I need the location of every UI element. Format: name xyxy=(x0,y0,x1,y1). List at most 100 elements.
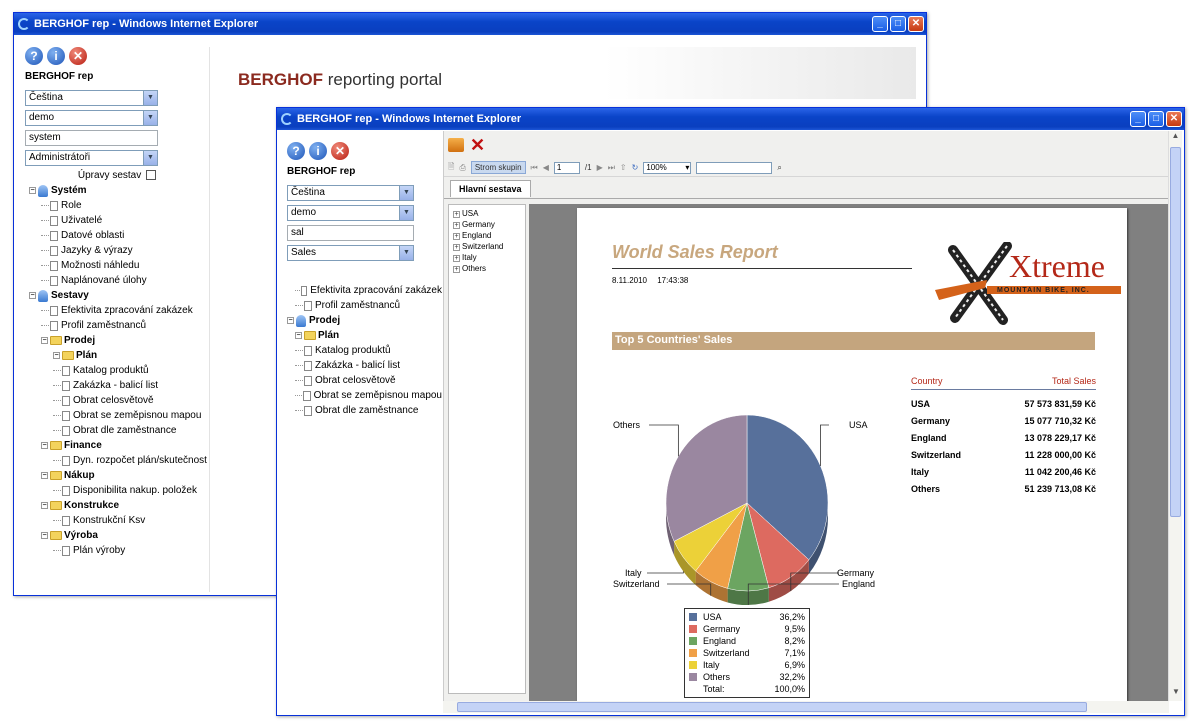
group-tree-item[interactable]: + USA xyxy=(453,208,521,219)
report-title: World Sales Report xyxy=(612,242,778,262)
tree-item[interactable]: − Plán xyxy=(29,348,209,363)
up-level-icon[interactable]: ⇧ xyxy=(620,163,627,172)
tree-item[interactable]: Katalog produktů xyxy=(287,343,442,358)
logout-icon[interactable]: ✕ xyxy=(69,47,87,65)
expand-icon[interactable]: + xyxy=(453,211,460,218)
tree-item[interactable]: Role xyxy=(29,198,209,213)
tree-item[interactable]: Profil zaměstnanců xyxy=(29,318,209,333)
expand-icon[interactable]: + xyxy=(453,222,460,229)
minimize-button[interactable]: _ xyxy=(1130,111,1146,127)
collapse-icon[interactable]: − xyxy=(41,502,48,509)
tree-item[interactable]: Jazyky & výrazy xyxy=(29,243,209,258)
report-viewer: ✕ 🗎 ⎙ Strom skupin ⏮ ◀ 1 /1 ▶ ⏭ ⇧ ↻ 100%… xyxy=(443,131,1170,701)
tab-main-report[interactable]: Hlavní sestava xyxy=(450,180,531,197)
tree-item[interactable]: Konstrukční Ksv xyxy=(29,513,209,528)
close-window-button[interactable]: ✕ xyxy=(908,16,924,32)
tree-item[interactable]: Zakázka - balicí list xyxy=(287,358,442,373)
tree-item[interactable]: Dyn. rozpočet plán/skutečnost xyxy=(29,453,209,468)
tree-item[interactable]: − Sestavy xyxy=(29,288,209,303)
user-input[interactable]: sal xyxy=(287,225,414,241)
info-icon[interactable]: i xyxy=(47,47,65,65)
maximize-button[interactable]: □ xyxy=(890,16,906,32)
zoom-select[interactable]: 100% ▾ xyxy=(643,161,692,174)
tree-item[interactable]: Efektivita zpracování zakázek xyxy=(29,303,209,318)
group-tree-toggle[interactable]: Strom skupin xyxy=(470,161,526,174)
tree-item[interactable]: Zakázka - balicí list xyxy=(29,378,209,393)
expand-icon[interactable]: + xyxy=(453,244,460,251)
tree-item[interactable]: − Prodej xyxy=(287,313,442,328)
tree-item[interactable]: Obrat dle zaměstnance xyxy=(287,403,442,418)
database-select[interactable]: demo ▼ xyxy=(25,110,158,126)
print-icon[interactable]: ⎙ xyxy=(459,163,465,173)
tree-item[interactable]: Naplánované úlohy xyxy=(29,273,209,288)
group-tree-item[interactable]: + Germany xyxy=(453,219,521,230)
group-tree-item[interactable]: + England xyxy=(453,230,521,241)
help-icon[interactable]: ? xyxy=(287,142,305,160)
collapse-icon[interactable]: − xyxy=(41,337,48,344)
collapse-icon[interactable]: − xyxy=(41,442,48,449)
database-select[interactable]: demo ▼ xyxy=(287,205,414,221)
collapse-icon[interactable]: − xyxy=(41,532,48,539)
tree-item[interactable]: Uživatelé xyxy=(29,213,209,228)
expand-icon[interactable]: + xyxy=(453,233,460,240)
next-page-icon[interactable]: ▶ xyxy=(597,163,603,172)
close-window-button[interactable]: ✕ xyxy=(1166,111,1182,127)
help-icon[interactable]: ? xyxy=(25,47,43,65)
export-icon[interactable] xyxy=(448,138,464,152)
minimize-button[interactable]: _ xyxy=(872,16,888,32)
tree-item[interactable]: − Prodej xyxy=(29,333,209,348)
language-select[interactable]: Čeština ▼ xyxy=(287,185,414,201)
tree-item[interactable]: Obrat se zeměpisnou mapou xyxy=(29,408,209,423)
tree-item[interactable]: Profil zaměstnanců xyxy=(287,298,442,313)
tree-item[interactable]: Efektivita zpracování zakázek xyxy=(287,283,442,298)
page-input[interactable]: 1 xyxy=(553,161,580,174)
collapse-icon[interactable]: − xyxy=(287,317,294,324)
close-report-icon[interactable]: ✕ xyxy=(470,135,485,156)
tree-item[interactable]: − Nákup xyxy=(29,468,209,483)
expand-icon[interactable]: + xyxy=(453,266,460,273)
role-select[interactable]: Administrátoři ▼ xyxy=(25,150,158,166)
horizontal-scrollbar[interactable] xyxy=(443,701,1169,713)
logout-icon[interactable]: ✕ xyxy=(331,142,349,160)
collapse-icon[interactable]: − xyxy=(29,292,36,299)
expand-icon[interactable]: + xyxy=(453,255,460,262)
tree-item[interactable]: Možnosti náhledu xyxy=(29,258,209,273)
tree-item[interactable]: − Finance xyxy=(29,438,209,453)
info-icon[interactable]: i xyxy=(309,142,327,160)
group-tree-item[interactable]: + Switzerland xyxy=(453,241,521,252)
tree-item[interactable]: − Systém xyxy=(29,183,209,198)
tree-item[interactable]: Katalog produktů xyxy=(29,363,209,378)
tree-item[interactable]: − Plán xyxy=(287,328,442,343)
front-titlebar[interactable]: BERGHOF rep - Windows Internet Explorer … xyxy=(277,108,1184,130)
first-page-icon[interactable]: ⏮ xyxy=(531,163,538,173)
collapse-icon[interactable]: − xyxy=(41,472,48,479)
binoculars-icon[interactable]: ⌕ xyxy=(777,163,781,173)
prev-page-icon[interactable]: ◀ xyxy=(543,163,549,172)
group-tree-item[interactable]: + Others xyxy=(453,263,521,274)
collapse-icon[interactable]: − xyxy=(29,187,36,194)
back-titlebar[interactable]: BERGHOF rep - Windows Internet Explorer … xyxy=(14,13,926,35)
tree-item[interactable]: − Konstrukce xyxy=(29,498,209,513)
collapse-icon[interactable]: − xyxy=(53,352,60,359)
language-select[interactable]: Čeština ▼ xyxy=(25,90,158,106)
tree-item[interactable]: Plán výroby xyxy=(29,543,209,558)
tree-item-label: Systém xyxy=(51,185,87,196)
tree-item[interactable]: Obrat se zeměpisnou mapou xyxy=(287,388,442,403)
tree-item[interactable]: − Výroba xyxy=(29,528,209,543)
role-select[interactable]: Sales ▼ xyxy=(287,245,414,261)
user-input[interactable]: system xyxy=(25,130,158,146)
maximize-button[interactable]: □ xyxy=(1148,111,1164,127)
collapse-icon[interactable]: − xyxy=(295,332,302,339)
tree-item[interactable]: Obrat celosvětově xyxy=(287,373,442,388)
export-file-icon[interactable]: 🗎 xyxy=(448,161,454,175)
vertical-scrollbar[interactable]: ▲ ▼ xyxy=(1168,131,1182,701)
last-page-icon[interactable]: ⏭ xyxy=(608,163,615,173)
group-tree-item[interactable]: + Italy xyxy=(453,252,521,263)
tree-item[interactable]: Datové oblasti xyxy=(29,228,209,243)
edit-reports-checkbox[interactable] xyxy=(146,170,156,181)
tree-item[interactable]: Obrat celosvětově xyxy=(29,393,209,408)
refresh-icon[interactable]: ↻ xyxy=(632,163,639,172)
tree-item[interactable]: Obrat dle zaměstnance xyxy=(29,423,209,438)
tree-item[interactable]: Disponibilita nakup. položek xyxy=(29,483,209,498)
search-input[interactable] xyxy=(696,161,773,174)
